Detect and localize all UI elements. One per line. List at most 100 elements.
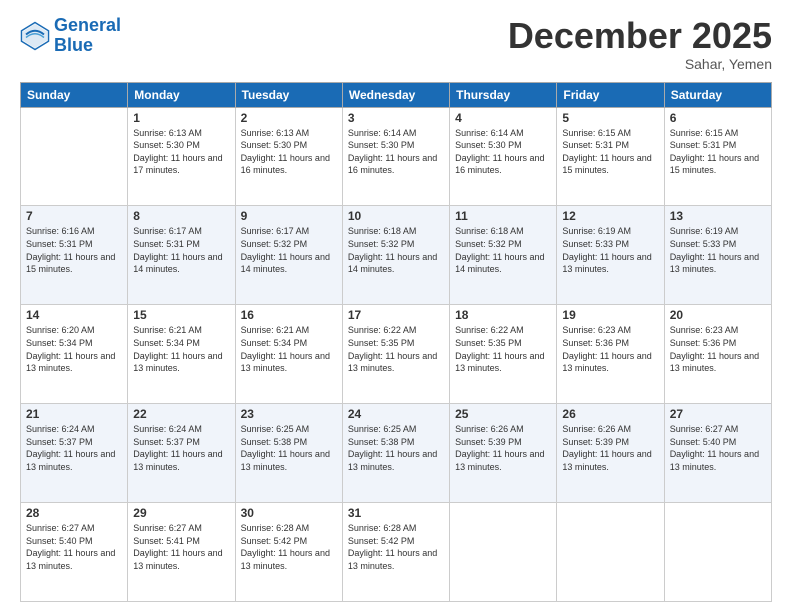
column-header-sunday: Sunday (21, 82, 128, 107)
day-cell: 1 Sunrise: 6:13 AMSunset: 5:30 PMDaylight… (128, 107, 235, 206)
day-number: 9 (241, 209, 337, 223)
day-number: 30 (241, 506, 337, 520)
day-cell: 2 Sunrise: 6:13 AMSunset: 5:30 PMDaylight… (235, 107, 342, 206)
day-cell (664, 503, 771, 602)
day-number: 28 (26, 506, 122, 520)
day-cell: 29Sunrise: 6:27 AMSunset: 5:41 PMDayligh… (128, 503, 235, 602)
day-cell: 11 Sunrise: 6:18 AMSunset: 5:32 PMDayligh… (450, 206, 557, 305)
column-header-tuesday: Tuesday (235, 82, 342, 107)
logo-icon (20, 21, 50, 51)
day-cell: 31 Sunrise: 6:28 AMSunset: 5:42 PMDayligh… (342, 503, 449, 602)
day-number: 24 (348, 407, 444, 421)
day-number: 21 (26, 407, 122, 421)
day-info: Sunrise: 6:27 AMSunset: 5:40 PMDaylight:… (26, 522, 122, 572)
day-cell: 9 Sunrise: 6:17 AMSunset: 5:32 PMDaylight… (235, 206, 342, 305)
day-info: Sunrise: 6:24 AMSunset: 5:37 PMDaylight:… (26, 423, 122, 473)
day-info: Sunrise: 6:21 AMSunset: 5:34 PMDaylight:… (241, 324, 337, 374)
week-row-3: 14Sunrise: 6:20 AMSunset: 5:34 PMDayligh… (21, 305, 772, 404)
day-number: 7 (26, 209, 122, 223)
calendar: SundayMondayTuesdayWednesdayThursdayFrid… (20, 82, 772, 602)
day-cell: 6Sunrise: 6:15 AMSunset: 5:31 PMDaylight… (664, 107, 771, 206)
column-header-monday: Monday (128, 82, 235, 107)
day-number: 27 (670, 407, 766, 421)
day-info: Sunrise: 6:28 AMSunset: 5:42 PMDaylight:… (348, 522, 444, 572)
day-cell: 20Sunrise: 6:23 AMSunset: 5:36 PMDayligh… (664, 305, 771, 404)
day-info: Sunrise: 6:26 AMSunset: 5:39 PMDaylight:… (562, 423, 658, 473)
column-header-saturday: Saturday (664, 82, 771, 107)
day-number: 18 (455, 308, 551, 322)
day-info: Sunrise: 6:20 AMSunset: 5:34 PMDaylight:… (26, 324, 122, 374)
day-info: Sunrise: 6:14 AMSunset: 5:30 PMDaylight:… (455, 127, 551, 177)
day-info: Sunrise: 6:24 AMSunset: 5:37 PMDaylight:… (133, 423, 229, 473)
calendar-header-row: SundayMondayTuesdayWednesdayThursdayFrid… (21, 82, 772, 107)
day-number: 8 (133, 209, 229, 223)
logo: General Blue (20, 16, 121, 56)
day-cell: 13 Sunrise: 6:19 AMSunset: 5:33 PMDayligh… (664, 206, 771, 305)
subtitle: Sahar, Yemen (508, 56, 772, 72)
day-cell: 22 Sunrise: 6:24 AMSunset: 5:37 PMDayligh… (128, 404, 235, 503)
week-row-5: 28 Sunrise: 6:27 AMSunset: 5:40 PMDayligh… (21, 503, 772, 602)
calendar-body: 1 Sunrise: 6:13 AMSunset: 5:30 PMDaylight… (21, 107, 772, 601)
day-number: 1 (133, 111, 229, 125)
day-cell: 25Sunrise: 6:26 AMSunset: 5:39 PMDayligh… (450, 404, 557, 503)
day-info: Sunrise: 6:27 AMSunset: 5:40 PMDaylight:… (670, 423, 766, 473)
day-info: Sunrise: 6:13 AMSunset: 5:30 PMDaylight:… (241, 127, 337, 177)
header: General Blue December 2025 Sahar, Yemen (20, 16, 772, 72)
column-header-friday: Friday (557, 82, 664, 107)
day-number: 11 (455, 209, 551, 223)
day-info: Sunrise: 6:19 AMSunset: 5:33 PMDaylight:… (562, 225, 658, 275)
week-row-1: 1 Sunrise: 6:13 AMSunset: 5:30 PMDaylight… (21, 107, 772, 206)
column-header-wednesday: Wednesday (342, 82, 449, 107)
day-cell (557, 503, 664, 602)
day-info: Sunrise: 6:16 AMSunset: 5:31 PMDaylight:… (26, 225, 122, 275)
day-info: Sunrise: 6:23 AMSunset: 5:36 PMDaylight:… (562, 324, 658, 374)
day-cell: 18 Sunrise: 6:22 AMSunset: 5:35 PMDayligh… (450, 305, 557, 404)
day-cell: 7 Sunrise: 6:16 AMSunset: 5:31 PMDaylight… (21, 206, 128, 305)
day-number: 2 (241, 111, 337, 125)
column-header-thursday: Thursday (450, 82, 557, 107)
title-block: December 2025 Sahar, Yemen (508, 16, 772, 72)
day-info: Sunrise: 6:27 AMSunset: 5:41 PMDaylight:… (133, 522, 229, 572)
day-cell: 28 Sunrise: 6:27 AMSunset: 5:40 PMDayligh… (21, 503, 128, 602)
logo-text: General Blue (54, 16, 121, 56)
day-number: 23 (241, 407, 337, 421)
day-number: 10 (348, 209, 444, 223)
day-info: Sunrise: 6:25 AMSunset: 5:38 PMDaylight:… (241, 423, 337, 473)
day-cell: 4Sunrise: 6:14 AMSunset: 5:30 PMDaylight… (450, 107, 557, 206)
day-info: Sunrise: 6:19 AMSunset: 5:33 PMDaylight:… (670, 225, 766, 275)
day-number: 26 (562, 407, 658, 421)
day-number: 17 (348, 308, 444, 322)
day-info: Sunrise: 6:17 AMSunset: 5:32 PMDaylight:… (241, 225, 337, 275)
day-cell: 21 Sunrise: 6:24 AMSunset: 5:37 PMDayligh… (21, 404, 128, 503)
day-info: Sunrise: 6:22 AMSunset: 5:35 PMDaylight:… (455, 324, 551, 374)
day-cell: 30Sunrise: 6:28 AMSunset: 5:42 PMDayligh… (235, 503, 342, 602)
day-info: Sunrise: 6:17 AMSunset: 5:31 PMDaylight:… (133, 225, 229, 275)
day-cell: 8 Sunrise: 6:17 AMSunset: 5:31 PMDaylight… (128, 206, 235, 305)
day-info: Sunrise: 6:13 AMSunset: 5:30 PMDaylight:… (133, 127, 229, 177)
day-cell (450, 503, 557, 602)
day-number: 6 (670, 111, 766, 125)
day-cell: 24Sunrise: 6:25 AMSunset: 5:38 PMDayligh… (342, 404, 449, 503)
day-cell: 3Sunrise: 6:14 AMSunset: 5:30 PMDaylight… (342, 107, 449, 206)
day-info: Sunrise: 6:18 AMSunset: 5:32 PMDaylight:… (455, 225, 551, 275)
day-number: 15 (133, 308, 229, 322)
day-number: 19 (562, 308, 658, 322)
day-cell: 17Sunrise: 6:22 AMSunset: 5:35 PMDayligh… (342, 305, 449, 404)
day-cell: 15Sunrise: 6:21 AMSunset: 5:34 PMDayligh… (128, 305, 235, 404)
day-number: 31 (348, 506, 444, 520)
day-cell: 12Sunrise: 6:19 AMSunset: 5:33 PMDayligh… (557, 206, 664, 305)
day-cell: 10Sunrise: 6:18 AMSunset: 5:32 PMDayligh… (342, 206, 449, 305)
day-cell (21, 107, 128, 206)
day-cell: 27 Sunrise: 6:27 AMSunset: 5:40 PMDayligh… (664, 404, 771, 503)
week-row-4: 21 Sunrise: 6:24 AMSunset: 5:37 PMDayligh… (21, 404, 772, 503)
day-number: 22 (133, 407, 229, 421)
day-cell: 14Sunrise: 6:20 AMSunset: 5:34 PMDayligh… (21, 305, 128, 404)
day-info: Sunrise: 6:14 AMSunset: 5:30 PMDaylight:… (348, 127, 444, 177)
day-cell: 5Sunrise: 6:15 AMSunset: 5:31 PMDaylight… (557, 107, 664, 206)
day-number: 13 (670, 209, 766, 223)
week-row-2: 7 Sunrise: 6:16 AMSunset: 5:31 PMDaylight… (21, 206, 772, 305)
page: General Blue December 2025 Sahar, Yemen … (0, 0, 792, 612)
day-number: 20 (670, 308, 766, 322)
day-cell: 23 Sunrise: 6:25 AMSunset: 5:38 PMDayligh… (235, 404, 342, 503)
day-number: 25 (455, 407, 551, 421)
